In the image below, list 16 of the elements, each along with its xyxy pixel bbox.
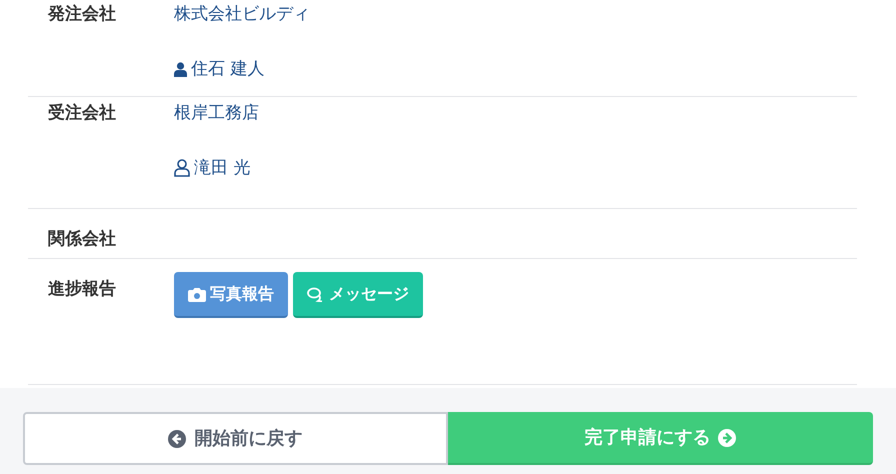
field-label: 関係会社 [48, 229, 116, 249]
camera-icon [188, 286, 206, 302]
message-button[interactable]: メッセージ [293, 272, 423, 318]
photo-report-button[interactable]: 写真報告 [174, 272, 288, 318]
company-name: 株式会社ビルディ [174, 3, 311, 26]
person-icon [174, 159, 190, 177]
field-label: 受注会社 [48, 103, 116, 123]
field-label: 進捗報告 [48, 279, 116, 299]
complete-request-button[interactable]: 完了申請にする [448, 412, 873, 465]
contact-name: 住石 建人 [191, 58, 264, 81]
back-button[interactable]: 開始前に戻す [23, 412, 448, 465]
contact-name: 滝田 光 [194, 157, 250, 180]
person-icon [174, 62, 187, 76]
field-label: 発注会社 [48, 4, 116, 24]
chat-icon [307, 286, 325, 302]
company-name: 根岸工務店 [174, 102, 260, 125]
